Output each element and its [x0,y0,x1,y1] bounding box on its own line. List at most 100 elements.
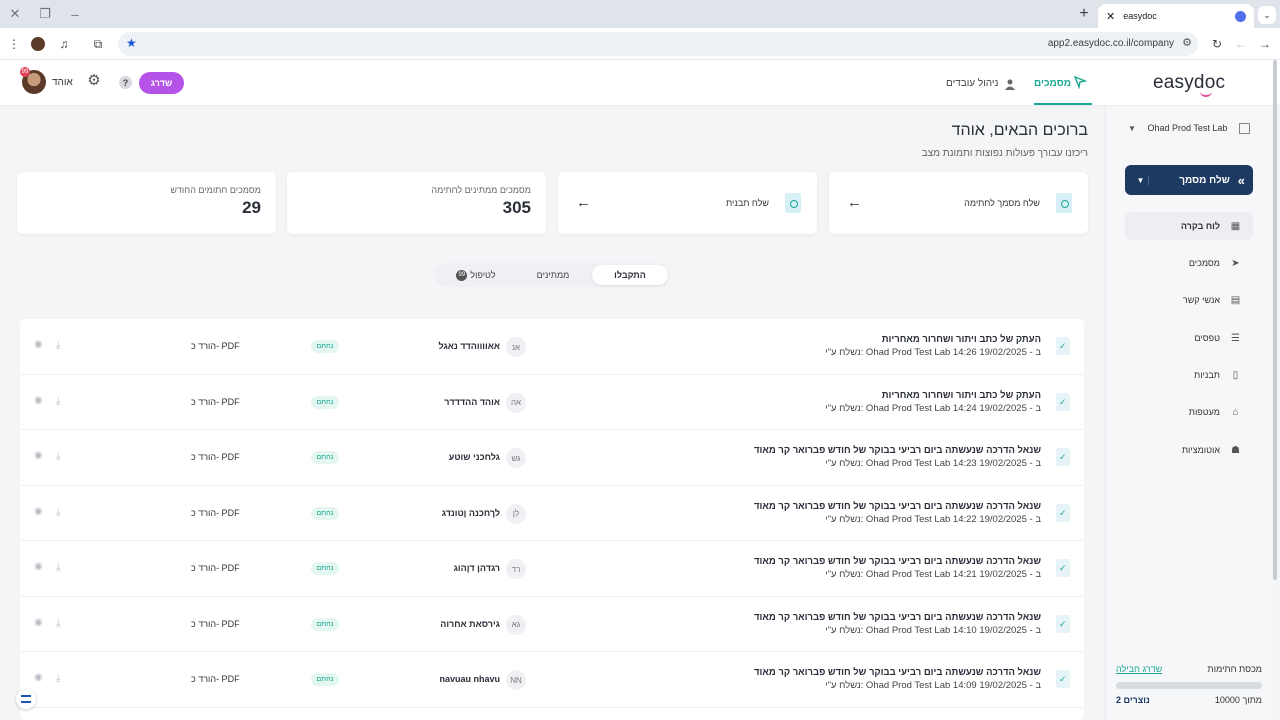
sidebar-item-automations[interactable]: אוטומציות ☗ [1125,436,1253,464]
close-window-icon[interactable]: ✕ [0,0,30,28]
nav-employees[interactable]: ניהול עובדים [946,78,998,89]
document-title[interactable]: שנאל הדרכה שנעשתה ביום רביעי בבוקר של חו… [754,612,1041,623]
page-title: ברוכים הבאים, אוהד [951,122,1088,139]
upgrade-plan-link[interactable]: שדרג חבילה [1116,664,1162,674]
forward-icon[interactable]: ← [1231,34,1251,54]
table-row[interactable]: שנאל הדרכה שנעשתה ביום רביעי בבוקר של חו… [20,486,1084,541]
signer-initials: גא [506,614,526,635]
template-icon: ▯ [1232,369,1239,381]
signer-name: אאווווהדד נאגל [438,341,501,351]
download-pdf-link[interactable]: הורד כ- PDF [191,341,240,351]
nav-documents[interactable]: מסמכים [1034,78,1071,89]
site-settings-icon[interactable]: ⚙ [1182,36,1192,49]
download-icon[interactable]: ⤓ [56,451,60,462]
document-title[interactable]: שנאל הדרכה שנעשתה ביום רביעי בבוקר של חו… [754,667,1041,678]
bookmark-star-icon[interactable]: ★ [126,36,137,50]
document-title[interactable]: שנאל הדרכה שנעשתה ביום רביעי בבוקר של חו… [754,501,1041,512]
help-icon[interactable]: ? [119,76,132,89]
scrollbar[interactable] [1273,60,1277,580]
send-document-label: שלח מסמך [1179,174,1230,186]
eye-icon[interactable]: ◉ [34,339,43,350]
page-subtitle: ריכזנו עבורך פעולות נפוצות ותמונת מצב [921,148,1088,159]
browser-tab[interactable]: ✕ easydoc [1098,4,1254,28]
url-text[interactable]: app2.easydoc.co.il/company [1048,38,1174,49]
download-icon[interactable]: ⤓ [56,562,60,573]
minimize-window-icon[interactable]: – [60,0,90,28]
table-row[interactable]: העתק של כתב ויתור ושחרור מאחריות נשלח ע"… [20,375,1084,430]
tab-todo[interactable]: 99 לטיפול [438,265,514,285]
robot-icon: ☗ [1231,444,1240,456]
download-icon[interactable]: ⤓ [56,673,60,684]
document-title[interactable]: שנאל הדרכה שנעשתה ביום רביעי בבוקר של חו… [754,556,1041,567]
signer-name: רגדהן דןהוג [453,563,500,573]
close-tab-icon[interactable]: ✕ [1106,10,1115,23]
signer-name: לךחכנה ןטונדג [441,507,500,518]
table-row[interactable]: העתק של כתב ויתור ושחרור מאחריות נשלח ע"… [20,319,1084,375]
eye-icon[interactable]: ◉ [34,450,43,461]
eye-icon[interactable]: ◉ [34,617,43,628]
gear-icon[interactable]: ⚙ [86,73,102,89]
document-title[interactable]: שנאל הדרכה שנעשתה ביום רביעי בבוקר של חו… [754,445,1041,456]
documents-table: העתק של כתב ויתור ושחרור מאחריות נשלח ע"… [20,319,1084,720]
download-pdf-link[interactable]: הורד כ- PDF [191,397,240,407]
sidebar-item-label: תבניות [1194,370,1220,380]
eye-icon[interactable]: ◉ [34,561,43,572]
download-pdf-link[interactable]: הורד כ- PDF [191,619,240,629]
document-meta: נשלח ע"י: Ohad Prod Test Lab ב - 19/02/2… [825,569,1041,580]
profile-icon[interactable] [28,34,48,54]
restore-window-icon[interactable]: ❐ [30,0,60,28]
document-tabs: 99 לטיפול ממתינים התקבלו [435,263,670,287]
sidebar-item-dashboard[interactable]: לוח בקרה ▦ [1125,212,1253,240]
sidebar-item-envelopes[interactable]: מעטפות ⌂ [1125,398,1253,426]
easydoc-logo[interactable]: easydoc [1153,72,1226,97]
chevron-down-icon[interactable]: ▼ [1133,175,1149,185]
language-flag-icon[interactable] [16,689,36,709]
signer-initials: NN [506,670,526,690]
pending-label: מסמכים ממתינים לחתימה [431,185,531,195]
signature-quota: שדרג חבילה מכסת חתימות 2 נוצרים מתוך 100… [1116,664,1262,705]
extensions-icon[interactable]: ⧉ [88,34,108,54]
table-row[interactable]: שנאל הדרכה שנעשתה ביום רביעי בבוקר של חו… [20,652,1084,708]
sidebar-item-contacts[interactable]: אנשי קשר ▤ [1125,286,1253,314]
org-selector[interactable]: ▼ Ohad Prod Test Lab [1128,120,1250,136]
reload-icon[interactable]: ↻ [1207,34,1227,54]
tab-search-icon[interactable]: ⌄ [1258,6,1276,24]
download-icon[interactable]: ⤓ [56,396,60,407]
pending-signature-card: מסמכים ממתינים לחתימה 305 [287,172,546,234]
eye-icon[interactable]: ◉ [34,395,43,406]
send-document-card[interactable]: ← שלח מסמך לחתימה [829,172,1088,234]
logo-text: easydoc [1153,72,1226,93]
sidebar-item-templates[interactable]: תבניות ▯ [1125,361,1253,389]
envelope-icon: ⌂ [1232,406,1239,418]
send-template-card[interactable]: ← שלח תבנית [558,172,817,234]
browser-tabstrip: ✕ ❐ – + ✕ easydoc ⌄ [0,0,1280,28]
document-title[interactable]: העתק של כתב ויתור ושחרור מאחריות [882,390,1041,401]
new-tab-button[interactable]: + [1074,4,1094,24]
download-pdf-link[interactable]: הורד כ- PDF [191,452,240,462]
send-document-label: שלח מסמך לחתימה [964,198,1040,208]
tab-pending[interactable]: ממתינים [515,265,591,285]
sidebar-item-forms[interactable]: טפסים ☰ [1125,324,1253,352]
table-row[interactable]: שנאל הדרכה שנעשתה ביום רביעי בבוקר של חו… [20,541,1084,597]
sidebar-item-documents[interactable]: מסמכים ➤ [1125,249,1253,277]
browser-toolbar: ⋮ ♫ ⧉ ★ app2.easydoc.co.il/company ⚙ ↻ ←… [0,28,1280,60]
download-pdf-link[interactable]: הורד כ- PDF [191,674,240,684]
table-row[interactable]: שנאל הדרכה שנעשתה ביום רביעי בבוקר של חו… [20,597,1084,652]
download-icon[interactable]: ⤓ [56,507,60,518]
back-icon[interactable]: → [1255,34,1275,54]
media-icon[interactable]: ♫ [54,34,74,54]
eye-icon[interactable]: ◉ [34,506,43,517]
tab-received[interactable]: התקבלו [592,265,668,285]
download-pdf-link[interactable]: הורד כ- PDF [191,508,240,518]
upgrade-button[interactable]: שדרג [139,72,184,94]
document-title[interactable]: העתק של כתב ויתור ושחרור מאחריות [882,334,1041,345]
building-icon [1239,122,1250,134]
eye-icon[interactable]: ◉ [34,672,43,683]
table-row[interactable]: שנאל הדרכה שנעשתה ביום רביעי בבוקר של חו… [20,430,1084,486]
download-icon[interactable]: ⤓ [56,340,60,351]
download-icon[interactable]: ⤓ [56,618,60,629]
menu-icon[interactable]: ⋮ [4,34,24,54]
address-bar[interactable]: ★ app2.easydoc.co.il/company ⚙ [118,32,1198,56]
download-pdf-link[interactable]: הורד כ- PDF [191,563,240,573]
send-document-button[interactable]: ▼ שלח מסמך « [1125,165,1253,195]
